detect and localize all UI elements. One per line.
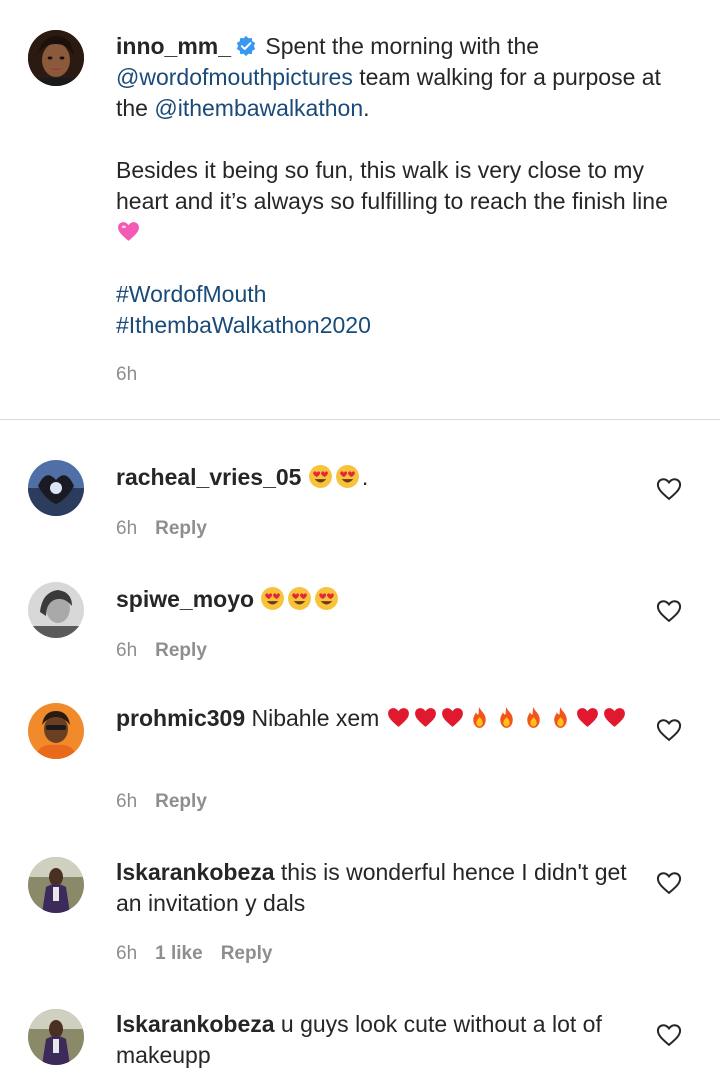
comment-username[interactable]: racheal_vries_05: [116, 464, 301, 490]
caption-body: inno_mm_ Spent the morning with the @wor…: [116, 31, 686, 341]
like-heart-icon[interactable]: [655, 1021, 683, 1049]
red-heart-icon: [387, 708, 409, 727]
comment-timestamp: 6h: [116, 518, 138, 539]
comment-timestamp: 6h: [116, 640, 138, 661]
heart-eyes-emoji-icon: [288, 587, 312, 610]
like-heart-icon[interactable]: [655, 597, 683, 625]
comment-username[interactable]: lskarankobeza: [116, 1011, 275, 1037]
red-heart-icon: [441, 708, 463, 727]
caption-text-start: Spent the morning with the: [265, 33, 540, 59]
comment-body: lskarankobeza u guys look cute without a…: [116, 1009, 636, 1071]
comment-timestamp: 6h: [116, 943, 138, 964]
comment-meta: 6h Reply: [116, 518, 207, 540]
comment-meta: 6h Reply: [116, 791, 207, 813]
comment-username[interactable]: spiwe_moyo: [116, 586, 254, 612]
caption-text-end: .: [363, 95, 370, 121]
red-heart-icon: [414, 708, 436, 727]
reply-button[interactable]: Reply: [221, 943, 273, 964]
heart-eyes-emoji-icon: [315, 587, 339, 610]
comment-username[interactable]: lskarankobeza: [116, 859, 275, 885]
comment-body: racheal_vries_05 .: [116, 462, 636, 493]
comment-text-suffix: .: [361, 464, 369, 490]
avatar[interactable]: [28, 703, 84, 759]
heart-eyes-emoji-icon: [335, 465, 359, 488]
pink-heart-icon: [118, 222, 139, 241]
likes-count[interactable]: 1 like: [155, 943, 203, 964]
like-heart-icon[interactable]: [655, 869, 683, 897]
fire-icon: [526, 707, 540, 728]
like-heart-icon[interactable]: [655, 475, 683, 503]
comment-meta: 6h 1 like Reply: [116, 943, 272, 965]
heart-eyes-emoji-icon: [261, 587, 285, 610]
comment-meta: 6h Reply: [116, 640, 207, 662]
comment-body: spiwe_moyo: [116, 584, 636, 615]
caption-username[interactable]: inno_mm_: [116, 33, 231, 59]
reply-button[interactable]: Reply: [155, 791, 207, 812]
post-caption: inno_mm_ Spent the morning with the @wor…: [0, 0, 720, 419]
hashtag-link[interactable]: #IthembaWalkathon2020: [116, 310, 686, 341]
comment-body: lskarankobeza this is wonderful hence I …: [116, 857, 636, 919]
reply-button[interactable]: Reply: [155, 518, 207, 539]
red-heart-icon: [576, 708, 598, 727]
red-heart-icon: [603, 708, 625, 727]
caption-paragraph-text: Besides it being so fun, this walk is ve…: [116, 157, 668, 214]
comment-body: prohmic309 Nibahle xem: [116, 703, 636, 734]
comment-username[interactable]: prohmic309: [116, 705, 245, 731]
reply-button[interactable]: Reply: [155, 640, 207, 661]
caption-paragraph: Besides it being so fun, this walk is ve…: [116, 155, 686, 248]
avatar[interactable]: [28, 1009, 84, 1065]
hashtag-link[interactable]: #WordofMouth: [116, 279, 686, 310]
divider: [0, 419, 720, 420]
fire-icon: [472, 707, 486, 728]
avatar[interactable]: [28, 582, 84, 638]
heart-eyes-emoji-icon: [308, 465, 332, 488]
caption-timestamp: 6h: [116, 364, 138, 385]
comment-timestamp: 6h: [116, 791, 138, 812]
fire-icon: [553, 707, 567, 728]
fire-icon: [499, 707, 513, 728]
author-avatar[interactable]: [28, 30, 84, 86]
comment-text: Nibahle xem: [251, 705, 380, 731]
mention-link[interactable]: @ithembawalkathon: [154, 95, 363, 121]
comments-screen: inno_mm_ Spent the morning with the @wor…: [0, 0, 720, 1075]
like-heart-icon[interactable]: [655, 716, 683, 744]
avatar[interactable]: [28, 460, 84, 516]
verified-badge-icon: [236, 35, 256, 57]
mention-link[interactable]: @wordofmouthpictures: [116, 64, 353, 90]
avatar[interactable]: [28, 857, 84, 913]
